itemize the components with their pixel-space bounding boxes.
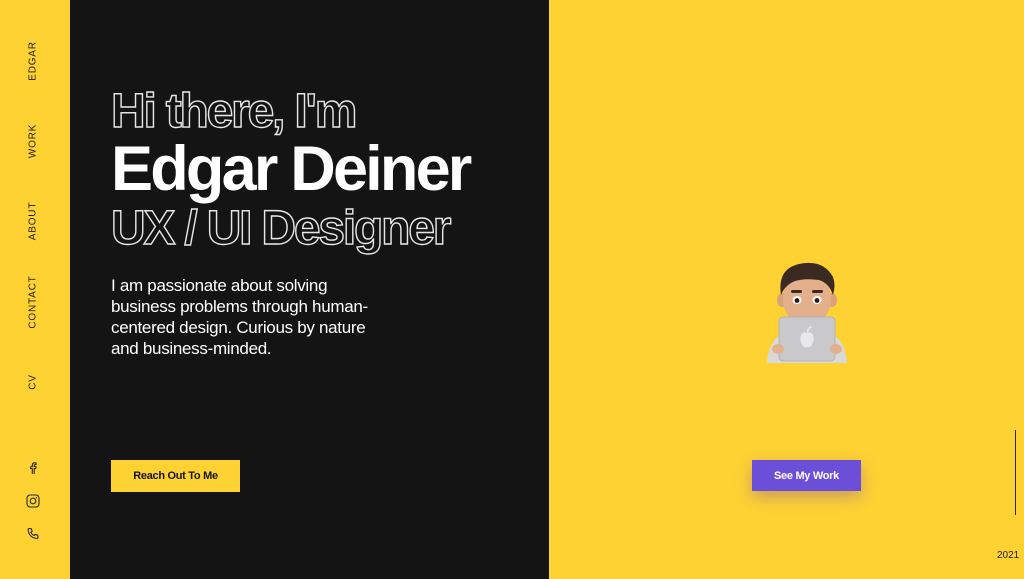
nav-item-contact[interactable]: CONTACT <box>28 275 39 328</box>
hero-intro: I am passionate about solving business p… <box>111 276 368 358</box>
see-my-work-button[interactable]: See My Work <box>752 460 861 491</box>
reach-out-button[interactable]: Reach Out To Me <box>111 460 240 492</box>
hero-greeting: Hi there, I'm <box>110 85 358 138</box>
hero-role: UX / UI Designer <box>110 202 452 255</box>
copyright-year: 2021 <box>997 550 1020 561</box>
nav-item-about[interactable]: ABOUT <box>28 202 39 240</box>
hero-name: Edgar Deiner <box>111 134 472 204</box>
nav-item-edgar[interactable]: EDGAR <box>28 41 39 81</box>
memoji-laptop-avatar <box>761 255 853 367</box>
instagram-icon[interactable] <box>25 493 41 509</box>
scroll-indicator <box>1015 430 1016 515</box>
nav-item-work[interactable]: WORK <box>28 124 39 158</box>
showcase-panel: See My Work 2021 <box>549 0 1024 579</box>
facebook-icon[interactable] <box>25 460 41 476</box>
nav-item-cv[interactable]: CV <box>28 374 39 390</box>
hero-panel: Hi there, I'm Edgar Deiner UX / UI Desig… <box>70 0 549 579</box>
phone-icon[interactable] <box>25 526 41 542</box>
sidebar-nav: EDGAR WORK ABOUT CONTACT CV <box>0 0 70 579</box>
